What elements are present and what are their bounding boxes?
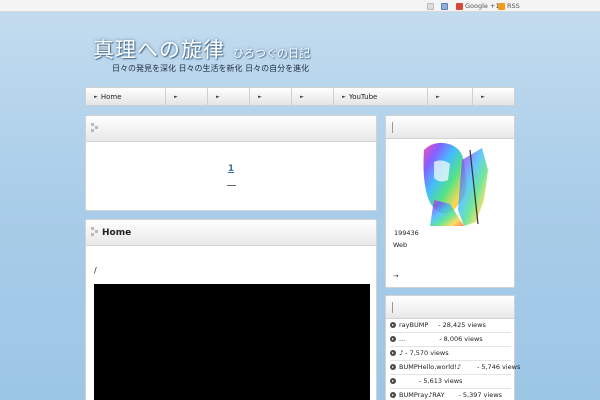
post-box: Home / <box>85 219 377 400</box>
visitor-count: 199436 <box>394 229 419 237</box>
nav-item-8[interactable]: ► <box>473 88 514 105</box>
popular-post-item[interactable]: ♪ - 7,570 views <box>390 347 510 359</box>
popular-post-views: - 28,425 views <box>438 321 486 329</box>
nav-item-5[interactable]: ► <box>292 88 334 105</box>
nav-item-youtube[interactable]: ► YouTube <box>334 88 428 105</box>
puzzle-icon <box>91 123 98 132</box>
post-box-header: Home <box>86 220 376 246</box>
popular-post-title: BUMPHello,world!♪ <box>399 363 461 371</box>
nav-item-4[interactable]: ► <box>250 88 292 105</box>
web-link[interactable]: Web <box>393 241 407 249</box>
popular-post-item[interactable]: ... - 8,006 views <box>390 333 510 345</box>
popular-post-title: BUMPray♪RAY <box>399 391 445 399</box>
play-bullet-icon <box>390 350 396 356</box>
nav-arrow-icon: ► <box>436 93 440 100</box>
play-bullet-icon <box>390 378 396 384</box>
pagination-underline <box>227 185 236 186</box>
nav-arrow-icon: ► <box>216 93 220 100</box>
nav-arrow-icon: ► <box>342 93 346 100</box>
popular-post-views: - 5,746 views <box>476 363 521 371</box>
main-nav: ► Home ► ► ► ► ► YouTube ► ► <box>85 87 515 106</box>
nav-arrow-icon: ► <box>174 93 178 100</box>
google-plus-label: Google +1 <box>465 2 500 10</box>
popular-post-item[interactable]: BUMPHello,world!♪ - 5,746 views <box>390 361 520 373</box>
post-title[interactable]: Home <box>102 228 131 238</box>
nav-arrow-icon: ► <box>481 93 485 100</box>
site-subtitle: ひろつぐの日記 <box>233 47 310 60</box>
popular-posts-widget: rayBUMP - 28,425 views ... - 8,006 views… <box>385 295 520 400</box>
popular-post-item[interactable]: rayBUMP - 28,425 views <box>390 319 510 331</box>
bookmark-icon[interactable] <box>427 2 434 10</box>
site-tagline: 日々の発見を深化 日々の生活を新化 日々の自分を進化 <box>112 64 310 73</box>
popular-post-views: - 5,397 views <box>458 391 502 399</box>
nav-item-home[interactable]: ► Home <box>86 88 166 105</box>
play-bullet-icon <box>390 392 396 398</box>
play-bullet-icon <box>390 322 396 328</box>
popular-post-item[interactable]: BUMPray♪RAY - 5,397 views <box>390 389 510 400</box>
nav-arrow-icon: ► <box>94 93 98 100</box>
site-title-main: 真理への旋律 <box>93 38 225 62</box>
play-bullet-icon <box>390 364 396 370</box>
google-plus-icon <box>456 2 463 10</box>
profile-widget: 199436 Web → <box>385 115 515 288</box>
google-plus-link[interactable]: Google +1 <box>456 2 500 10</box>
pagination-page-link[interactable]: 1 <box>86 164 376 174</box>
puzzle-icon <box>91 227 98 236</box>
rss-icon <box>498 2 505 10</box>
nav-item-7[interactable]: ► <box>428 88 473 105</box>
top-utility-bar: Google +1 RSS <box>0 0 600 12</box>
play-bullet-icon <box>390 336 396 342</box>
popular-post-views: - 7,570 views <box>405 349 449 357</box>
pager-box: 1 <box>85 115 377 211</box>
popular-post-title: ... <box>399 335 406 343</box>
nav-item-2[interactable]: ► <box>166 88 208 105</box>
share-icon[interactable] <box>441 2 448 10</box>
profile-more-link[interactable]: → <box>393 272 398 280</box>
site-title[interactable]: 真理への旋律 ひろつぐの日記 <box>93 34 310 64</box>
nav-arrow-icon: ► <box>300 93 304 100</box>
rss-link[interactable]: RSS <box>498 2 520 10</box>
popular-post-title: rayBUMP <box>399 321 429 329</box>
popular-post-item[interactable]: - 5,613 views <box>390 375 510 387</box>
header-bar-icon <box>392 122 393 133</box>
post-text: / <box>94 266 97 275</box>
rss-label: RSS <box>507 2 520 10</box>
embedded-video-player[interactable] <box>94 284 370 400</box>
popular-post-views: - 5,613 views <box>419 377 463 385</box>
pager-box-header <box>86 116 376 142</box>
profile-avatar[interactable] <box>404 140 496 227</box>
profile-widget-header <box>386 116 514 139</box>
nav-arrow-icon: ► <box>258 93 262 100</box>
popular-posts-header <box>386 296 514 319</box>
popular-post-title: ♪ <box>399 349 404 357</box>
nav-item-3[interactable]: ► <box>208 88 250 105</box>
popular-post-views: - 8,006 views <box>439 335 483 343</box>
header-bar-icon <box>392 302 393 313</box>
rainbow-portrait-image <box>404 140 496 227</box>
